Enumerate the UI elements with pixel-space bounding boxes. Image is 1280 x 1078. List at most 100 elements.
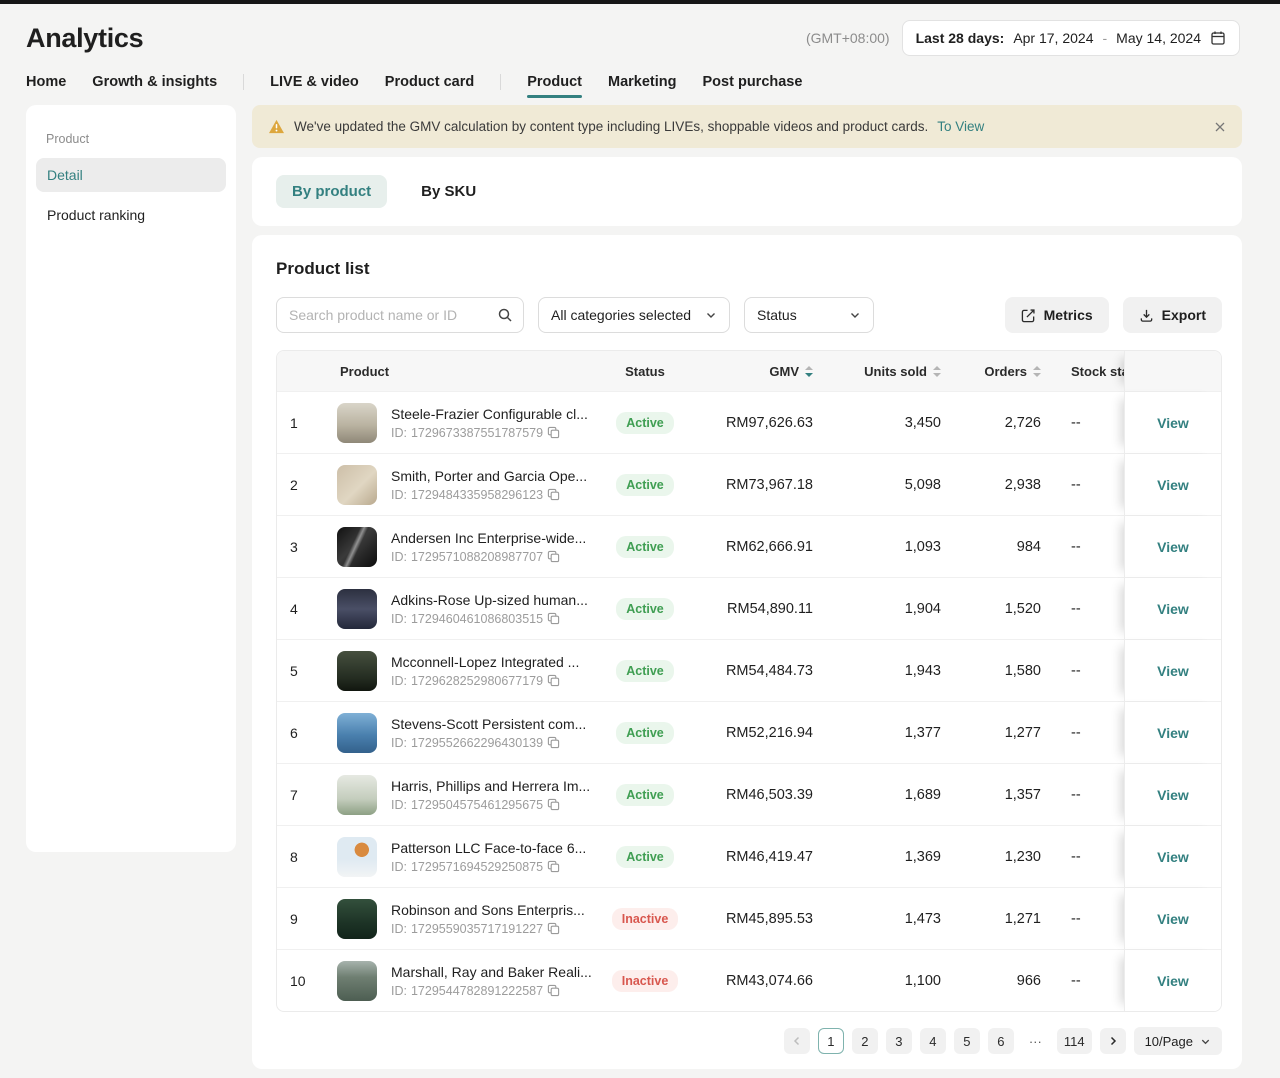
prev-page-button[interactable] bbox=[784, 1028, 810, 1054]
view-link[interactable]: View bbox=[1157, 601, 1189, 617]
view-link[interactable]: View bbox=[1157, 539, 1189, 555]
units-sold-value: 1,093 bbox=[813, 516, 941, 577]
product-name[interactable]: Steele-Frazier Configurable cl... bbox=[391, 406, 588, 422]
view-link[interactable]: View bbox=[1157, 477, 1189, 493]
table-row: 6 Stevens-Scott Persistent com... ID:172… bbox=[277, 701, 1221, 763]
status-filter-dropdown[interactable]: Status bbox=[744, 297, 874, 333]
page-button-5[interactable]: 5 bbox=[954, 1028, 980, 1054]
sidebar: Product Detail Product ranking bbox=[26, 105, 236, 852]
date-range-picker[interactable]: Last 28 days: Apr 17, 2024 - May 14, 202… bbox=[902, 20, 1240, 56]
banner-to-view-link[interactable]: To View bbox=[937, 119, 984, 134]
page-title: Analytics bbox=[26, 23, 143, 54]
page-button-6[interactable]: 6 bbox=[988, 1028, 1014, 1054]
col-header-gmv[interactable]: GMV bbox=[693, 351, 813, 391]
view-tabs: By product By SKU bbox=[252, 157, 1242, 226]
next-page-button[interactable] bbox=[1100, 1028, 1126, 1054]
stock-status-value: -- bbox=[1041, 702, 1124, 763]
category-filter-value: All categories selected bbox=[551, 307, 691, 323]
close-icon[interactable] bbox=[1214, 121, 1226, 133]
col-header-orders[interactable]: Orders bbox=[941, 351, 1041, 391]
nav-tab-marketing[interactable]: Marketing bbox=[608, 74, 677, 90]
pagination: 1 2 3 4 5 6 ··· 114 10/Page bbox=[276, 1012, 1222, 1069]
product-name[interactable]: Patterson LLC Face-to-face 6... bbox=[391, 840, 586, 856]
product-thumbnail bbox=[337, 403, 377, 443]
nav-tab-product-card[interactable]: Product card bbox=[385, 74, 474, 90]
copy-icon[interactable] bbox=[547, 922, 560, 935]
status-badge: Active bbox=[616, 412, 674, 434]
product-thumbnail bbox=[337, 837, 377, 877]
download-icon bbox=[1139, 308, 1154, 323]
tab-by-sku[interactable]: By SKU bbox=[421, 183, 476, 200]
copy-icon[interactable] bbox=[547, 736, 560, 749]
row-index: 4 bbox=[277, 578, 321, 639]
product-id: 1729552662296430139 bbox=[411, 736, 543, 750]
product-name[interactable]: Smith, Porter and Garcia Ope... bbox=[391, 468, 587, 484]
category-filter-dropdown[interactable]: All categories selected bbox=[538, 297, 730, 333]
gmv-value: RM62,666.91 bbox=[693, 516, 813, 577]
search-input[interactable] bbox=[276, 297, 524, 333]
view-link[interactable]: View bbox=[1157, 787, 1189, 803]
copy-icon[interactable] bbox=[547, 674, 560, 687]
tab-by-product[interactable]: By product bbox=[276, 175, 387, 208]
nav-tab-live-video[interactable]: LIVE & video bbox=[270, 74, 359, 90]
copy-icon[interactable] bbox=[547, 550, 560, 563]
copy-icon[interactable] bbox=[547, 798, 560, 811]
units-sold-value: 1,689 bbox=[813, 764, 941, 825]
nav-tab-growth-insights[interactable]: Growth & insights bbox=[92, 74, 217, 90]
view-link[interactable]: View bbox=[1157, 725, 1189, 741]
product-name[interactable]: Harris, Phillips and Herrera Im... bbox=[391, 778, 590, 794]
view-link[interactable]: View bbox=[1157, 415, 1189, 431]
view-link[interactable]: View bbox=[1157, 911, 1189, 927]
sort-icon-gmv[interactable] bbox=[805, 366, 813, 377]
page-button-3[interactable]: 3 bbox=[886, 1028, 912, 1054]
view-link[interactable]: View bbox=[1157, 663, 1189, 679]
orders-value: 966 bbox=[941, 950, 1041, 1011]
nav-tab-post-purchase[interactable]: Post purchase bbox=[703, 74, 803, 90]
page-size-dropdown[interactable]: 10/Page bbox=[1134, 1027, 1222, 1055]
page-button-114[interactable]: 114 bbox=[1057, 1028, 1092, 1054]
stock-status-value: -- bbox=[1041, 578, 1124, 639]
product-name[interactable]: Adkins-Rose Up-sized human... bbox=[391, 592, 588, 608]
view-link[interactable]: View bbox=[1157, 973, 1189, 989]
units-sold-value: 1,904 bbox=[813, 578, 941, 639]
product-name[interactable]: Mcconnell-Lopez Integrated ... bbox=[391, 654, 579, 670]
product-name[interactable]: Robinson and Sons Enterpris... bbox=[391, 902, 585, 918]
status-badge: Active bbox=[616, 474, 674, 496]
col-header-units-sold[interactable]: Units sold bbox=[813, 351, 941, 391]
page-button-1[interactable]: 1 bbox=[818, 1028, 844, 1054]
table-row: 8 Patterson LLC Face-to-face 6... ID:172… bbox=[277, 825, 1221, 887]
sidebar-item-detail[interactable]: Detail bbox=[36, 158, 226, 192]
sidebar-item-product-ranking[interactable]: Product ranking bbox=[36, 198, 226, 232]
table-row: 5 Mcconnell-Lopez Integrated ... ID:1729… bbox=[277, 639, 1221, 701]
table-row: 1 Steele-Frazier Configurable cl... ID:1… bbox=[277, 391, 1221, 453]
units-sold-value: 5,098 bbox=[813, 454, 941, 515]
product-table: Product Status GMV Units sold Orders St bbox=[276, 350, 1222, 1012]
metrics-button-label: Metrics bbox=[1044, 307, 1093, 323]
copy-icon[interactable] bbox=[547, 984, 560, 997]
page-button-2[interactable]: 2 bbox=[852, 1028, 878, 1054]
sort-icon-units-sold[interactable] bbox=[933, 366, 941, 377]
nav-tab-product[interactable]: Product bbox=[527, 74, 582, 90]
copy-icon[interactable] bbox=[547, 860, 560, 873]
product-thumbnail bbox=[337, 775, 377, 815]
calendar-icon bbox=[1210, 30, 1226, 46]
search-icon[interactable] bbox=[497, 307, 513, 328]
copy-icon[interactable] bbox=[547, 426, 560, 439]
metrics-button[interactable]: Metrics bbox=[1005, 297, 1109, 333]
copy-icon[interactable] bbox=[547, 612, 560, 625]
copy-icon[interactable] bbox=[547, 488, 560, 501]
product-name[interactable]: Stevens-Scott Persistent com... bbox=[391, 716, 586, 732]
view-link[interactable]: View bbox=[1157, 849, 1189, 865]
product-name[interactable]: Andersen Inc Enterprise-wide... bbox=[391, 530, 586, 546]
sort-icon-orders[interactable] bbox=[1033, 366, 1041, 377]
row-index: 7 bbox=[277, 764, 321, 825]
product-id: 1729504575461295675 bbox=[411, 798, 543, 812]
nav-tab-home[interactable]: Home bbox=[26, 74, 66, 90]
page-button-4[interactable]: 4 bbox=[920, 1028, 946, 1054]
product-id: 1729460461086803515 bbox=[411, 612, 543, 626]
stock-status-value: -- bbox=[1041, 516, 1124, 577]
export-button[interactable]: Export bbox=[1123, 297, 1222, 333]
product-name[interactable]: Marshall, Ray and Baker Reali... bbox=[391, 964, 592, 980]
units-sold-value: 1,100 bbox=[813, 950, 941, 1011]
product-thumbnail bbox=[337, 713, 377, 753]
